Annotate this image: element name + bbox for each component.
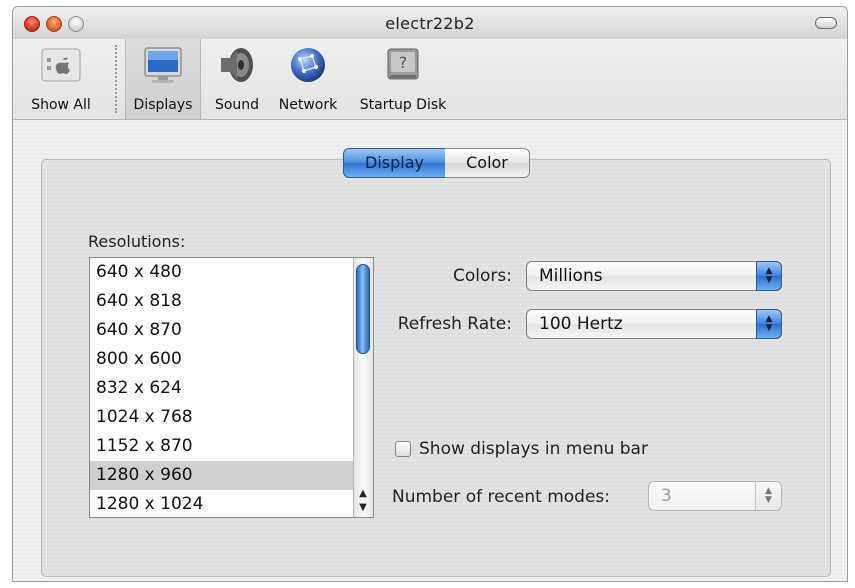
network-pane-button[interactable]: Network — [271, 39, 345, 119]
tab-panel: Resolutions: 640 x 480 640 x 818 640 x 8… — [41, 159, 831, 577]
apple-grid-icon — [41, 48, 81, 82]
network-globe-icon — [291, 48, 325, 82]
colors-value: Millions — [539, 266, 603, 286]
resolutions-label: Resolutions: — [88, 232, 186, 251]
recent-modes-value: 3 — [661, 486, 672, 506]
list-item[interactable]: 640 x 818 — [90, 287, 354, 316]
popup-arrows-icon: ▲ ▼ — [756, 309, 782, 339]
display-monitor-icon — [144, 47, 182, 83]
svg-text:?: ? — [399, 53, 408, 72]
resolutions-scrollbar[interactable]: ▲ ▼ — [353, 258, 373, 517]
preferences-window: electr22b2 Show All Displays Sound Netwo… — [12, 6, 848, 582]
colors-popup[interactable]: Millions ▲ ▼ — [526, 261, 782, 291]
displays-pane-button[interactable]: Displays — [125, 39, 201, 119]
list-item[interactable]: 800 x 600 — [90, 345, 354, 374]
scroll-up-arrow-icon[interactable]: ▲ — [354, 487, 372, 501]
show-displays-label[interactable]: Show displays in menu bar — [419, 439, 648, 459]
network-label: Network — [278, 97, 338, 113]
startup-disk-pane-button[interactable]: ? Startup Disk — [351, 39, 455, 119]
show-displays-checkbox[interactable] — [395, 441, 411, 457]
sound-label: Sound — [214, 97, 260, 113]
refresh-rate-label: Refresh Rate: — [397, 314, 512, 334]
refresh-rate-popup[interactable]: 100 Hertz ▲ ▼ — [526, 309, 782, 339]
scrollbar-thumb[interactable] — [356, 264, 370, 354]
show-all-label: Show All — [31, 97, 91, 113]
list-item[interactable]: 832 x 624 — [90, 374, 354, 403]
list-item[interactable]: 1152 x 870 — [90, 432, 354, 461]
displays-label: Displays — [133, 97, 193, 113]
list-item[interactable]: 1280 x 1024 — [90, 490, 354, 517]
startup-disk-label: Startup Disk — [359, 97, 447, 113]
toolbar-toggle-button[interactable] — [815, 17, 837, 29]
list-item-selected[interactable]: 1280 x 960 — [90, 461, 354, 490]
recent-modes-popup[interactable]: 3 ▲ ▼ — [648, 481, 782, 511]
title-bar[interactable]: electr22b2 — [13, 7, 847, 40]
refresh-rate-value: 100 Hertz — [539, 314, 623, 334]
list-item[interactable]: 1024 x 768 — [90, 403, 354, 432]
toolbar: Show All Displays Sound Network ? Startu… — [13, 39, 847, 120]
colors-label: Colors: — [453, 266, 512, 286]
scroll-down-arrow-icon[interactable]: ▼ — [354, 501, 372, 515]
startup-disk-icon: ? — [387, 48, 419, 80]
sound-pane-button[interactable]: Sound — [205, 39, 269, 119]
resolutions-list[interactable]: 640 x 480 640 x 818 640 x 870 800 x 600 … — [89, 257, 374, 518]
tab-display[interactable]: Display — [343, 148, 446, 178]
list-item[interactable]: 640 x 870 — [90, 316, 354, 345]
pane-content: Resolutions: 640 x 480 640 x 818 640 x 8… — [13, 120, 847, 581]
popup-arrows-icon: ▲ ▼ — [755, 482, 781, 510]
show-all-button[interactable]: Show All — [17, 39, 105, 119]
popup-arrows-icon: ▲ ▼ — [756, 261, 782, 291]
speaker-icon — [221, 48, 253, 82]
toolbar-separator — [115, 45, 117, 113]
window-title: electr22b2 — [385, 14, 475, 33]
recent-modes-label: Number of recent modes: — [392, 487, 611, 507]
list-item[interactable]: 640 x 480 — [90, 258, 354, 287]
tab-color[interactable]: Color — [445, 148, 530, 178]
